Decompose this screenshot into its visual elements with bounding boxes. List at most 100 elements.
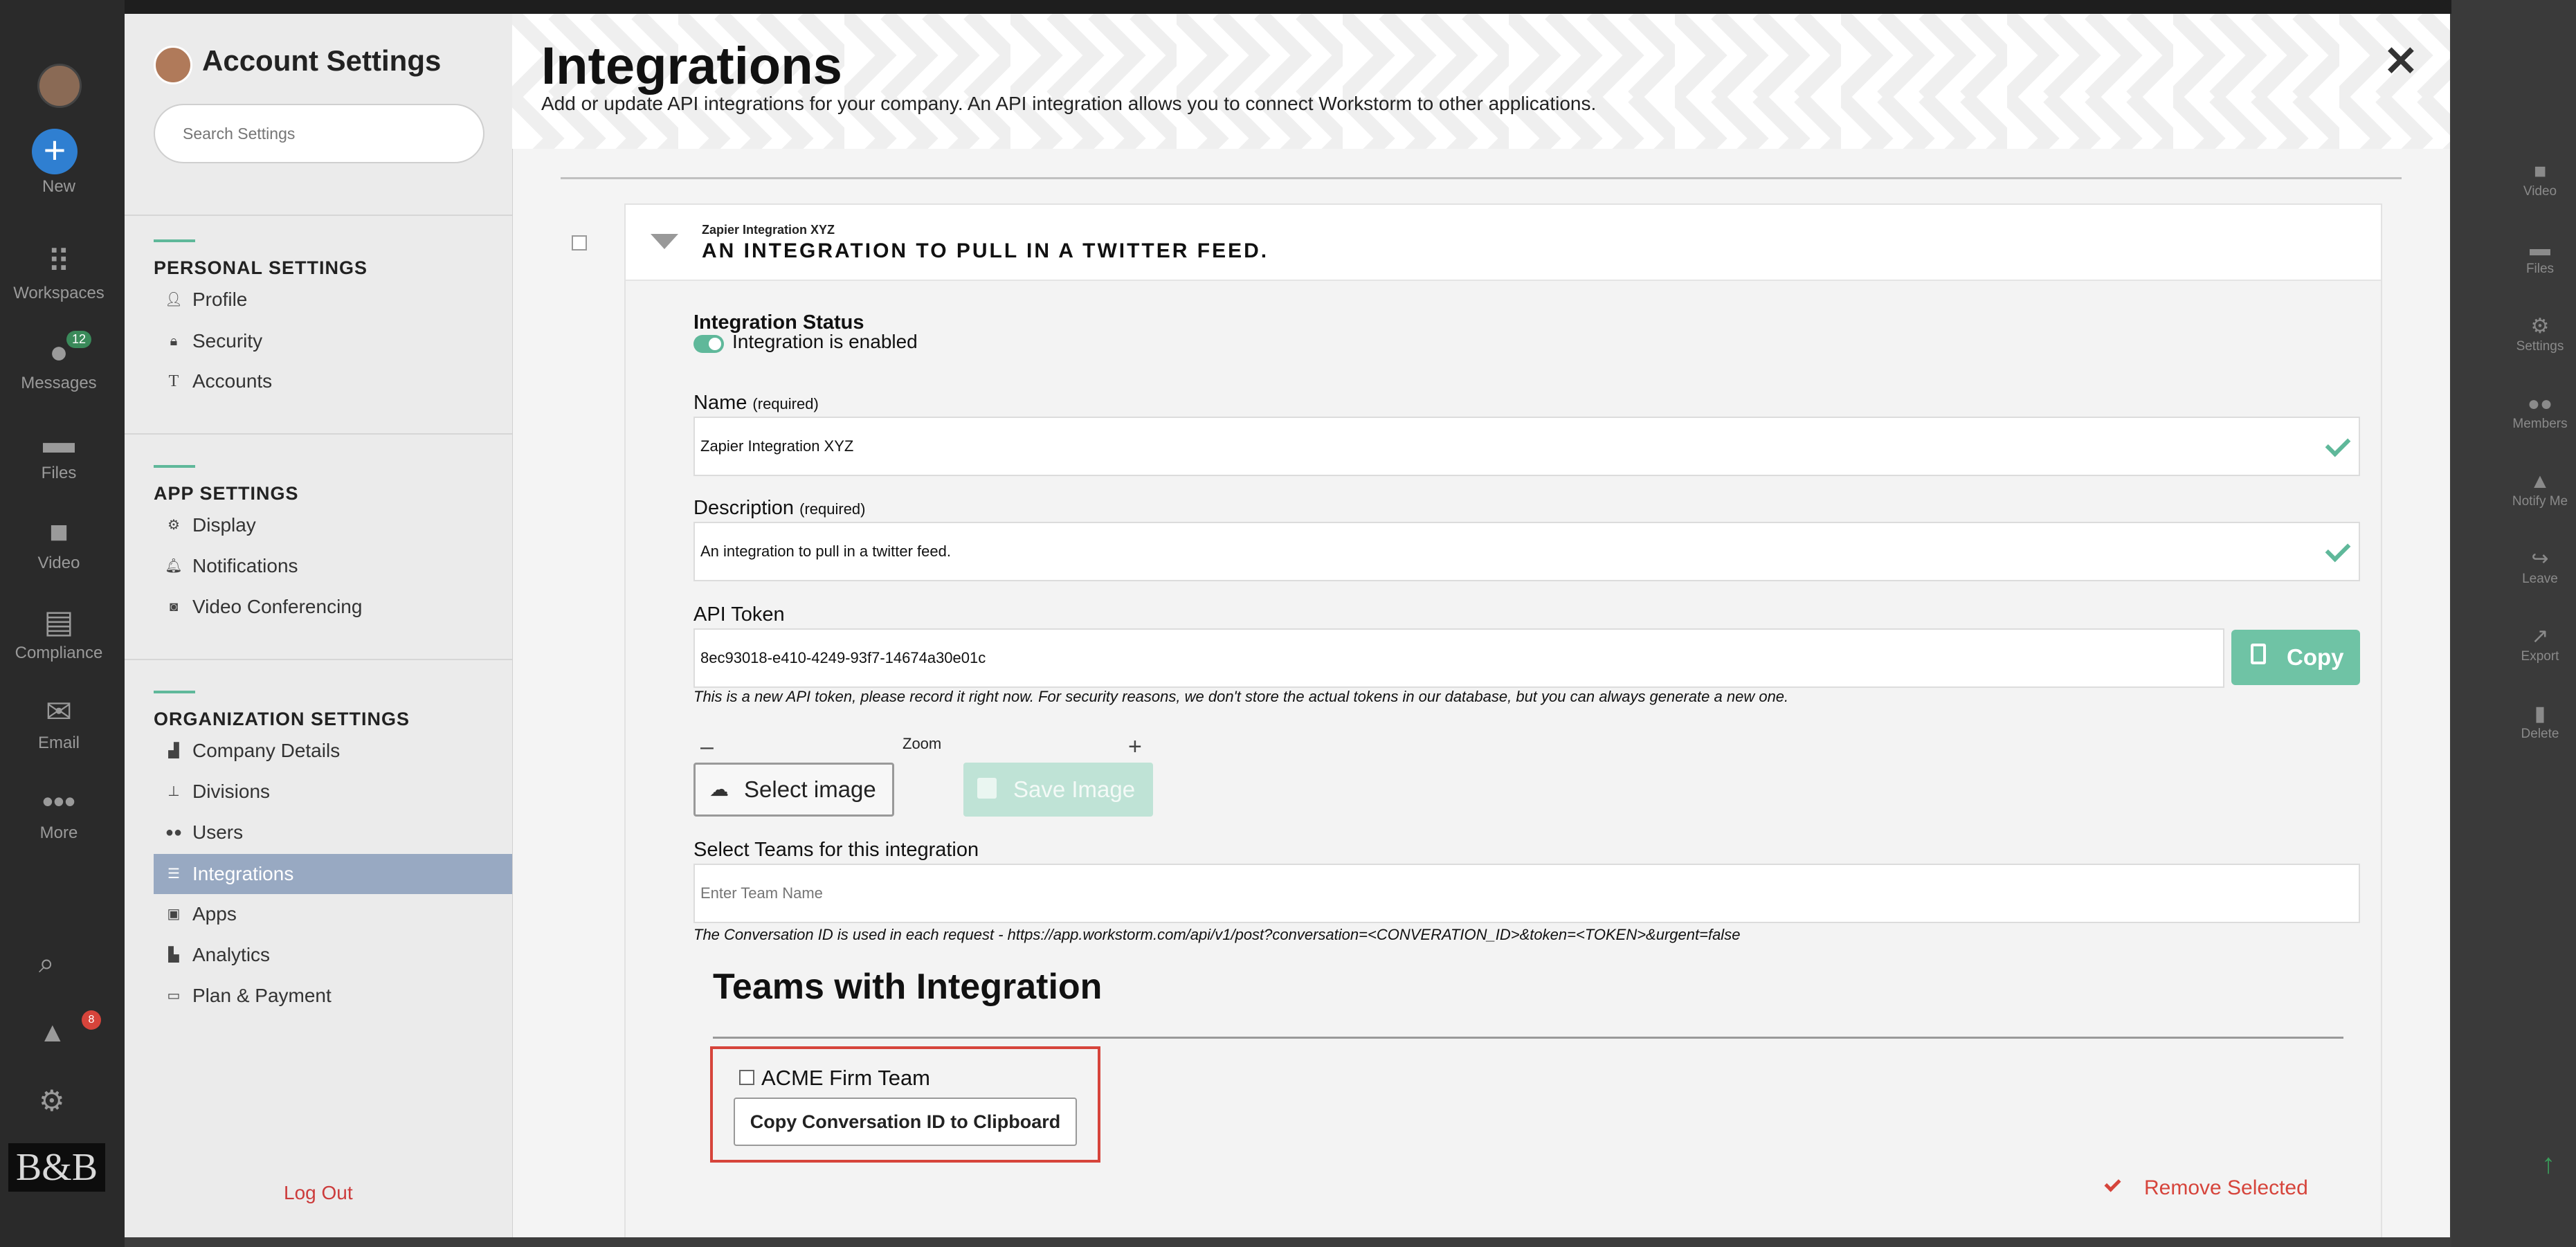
rail-item-files[interactable]: ▬ Files (0, 424, 118, 483)
sidebar-title: Account Settings (202, 44, 442, 77)
zoom-label: Zoom (902, 735, 942, 752)
right-rail-files[interactable]: ▬ Files (2504, 237, 2576, 277)
teams-divider (713, 1037, 2343, 1039)
background-top-bar (0, 0, 2576, 14)
sidebar-item-security[interactable]: 🔒︎ Security (154, 321, 512, 361)
sidebar-item-divisions[interactable]: ⊥ Divisions (154, 772, 512, 812)
rail-item-workspaces[interactable]: ⠿ Workspaces (0, 244, 118, 303)
description-label: Description (required) (693, 497, 866, 519)
save-image-button[interactable]: Save Image (963, 763, 1153, 817)
gear-icon: ⚙ (2530, 315, 2550, 338)
select-image-button[interactable]: ☁ Select image (693, 763, 894, 817)
rail-item-messages[interactable]: ● Messages 12 (0, 331, 118, 393)
bar-chart-icon: ▙ (168, 947, 179, 963)
ellipsis-icon: ••• (42, 783, 76, 819)
sidebar-item-accounts[interactable]: T Accounts (154, 361, 512, 401)
copy-conversation-id-button[interactable]: Copy Conversation ID to Clipboard (734, 1098, 1077, 1146)
section-heading-personal: PERSONAL SETTINGS (154, 257, 368, 278)
zoom-in-button[interactable]: + (1128, 734, 1142, 761)
sidebar-item-apps[interactable]: ▣ Apps (154, 894, 512, 934)
integrations-content: Integrations Add or update API integrati… (512, 14, 2450, 1237)
sidebar-item-analytics[interactable]: ▙ Analytics (154, 935, 512, 975)
right-rail-delete[interactable]: ▮ Delete (2504, 702, 2576, 742)
select-teams-label: Select Teams for this integration (693, 839, 979, 861)
remove-selected-button[interactable]: Remove Selected (2104, 1175, 2308, 1200)
users-icon: ●● (165, 825, 183, 840)
integration-card-header[interactable]: Zapier Integration XYZ AN INTEGRATION TO… (626, 205, 2381, 281)
sidebar-divider (125, 433, 512, 435)
rail-item-video[interactable]: ■ Video (0, 513, 118, 573)
name-label: Name (required) (693, 392, 819, 414)
hierarchy-icon: ⊥ (167, 784, 180, 799)
right-rail-video[interactable]: ■ Video (2504, 159, 2576, 199)
section-accent (154, 465, 195, 468)
rail-item-email[interactable]: ✉ Email (0, 693, 118, 753)
team-name: ACME Firm Team (761, 1066, 931, 1090)
section-accent (154, 239, 195, 242)
description-field[interactable] (693, 522, 2360, 581)
team-checkbox[interactable] (739, 1070, 754, 1085)
camera-icon: ◙ (169, 599, 179, 615)
chat-bubble-icon: ● (49, 334, 69, 370)
rail-item-more[interactable]: ••• More (0, 783, 118, 843)
rail-item-compliance[interactable]: ▤ Compliance (0, 603, 118, 663)
api-token-field[interactable] (693, 628, 2224, 688)
export-icon: ↗ (2531, 625, 2549, 648)
right-rail-members[interactable]: ●● Members (2504, 392, 2576, 432)
right-rail-export[interactable]: ↗ Export (2504, 624, 2576, 664)
sidebar-divider (125, 215, 512, 216)
sidebar-item-display[interactable]: ⚙ Display (154, 505, 512, 545)
api-token-note: This is a new API token, please record i… (693, 688, 1789, 705)
leave-icon: ↪ (2531, 547, 2549, 570)
name-field[interactable] (693, 417, 2360, 476)
checkmark-icon (2104, 1175, 2121, 1192)
trash-icon: ▮ (2534, 702, 2546, 725)
sidebar-item-video-conferencing[interactable]: ◙ Video Conferencing (154, 587, 512, 627)
person-icon: 👤︎ (165, 292, 183, 307)
account-settings-modal: Account Settings PERSONAL SETTINGS 👤︎Pro… (125, 14, 2450, 1237)
people-icon: ●● (2527, 392, 2553, 415)
new-button[interactable]: + (32, 129, 78, 174)
close-icon[interactable]: ✕ (2384, 37, 2418, 86)
sidebar-item-profile[interactable]: 👤︎ Profile (154, 280, 512, 320)
zoom-out-button[interactable]: – (700, 734, 714, 761)
video-camera-icon: ■ (49, 513, 69, 549)
lock-icon: 🔒︎ (170, 334, 178, 349)
content-divider (561, 177, 2402, 179)
company-logo: B&B (8, 1143, 105, 1192)
right-rail-settings[interactable]: ⚙ Settings (2504, 314, 2576, 354)
sidebar-item-integrations[interactable]: ☰ Integrations (154, 854, 512, 894)
sidebar-divider (125, 659, 512, 660)
settings-gear-icon[interactable]: ⚙ (39, 1084, 65, 1118)
left-rail: + New ⠿ Workspaces ● Messages 12 ▬ Files ■ V… (0, 0, 125, 1247)
envelope-icon: ✉ (45, 693, 73, 729)
user-avatar[interactable] (37, 64, 82, 108)
sidebar-item-company-details[interactable]: ▟ Company Details (154, 731, 512, 771)
alert-badge: 8 (82, 1010, 101, 1030)
settings-sidebar: Account Settings PERSONAL SETTINGS 👤︎Pro… (125, 14, 513, 1237)
integration-card: Zapier Integration XYZ AN INTEGRATION TO… (624, 203, 2382, 1237)
right-rail-leave[interactable]: ↪ Leave (2504, 547, 2576, 587)
sidebar-item-notifications[interactable]: 🔔︎ Notifications (154, 546, 512, 586)
grid-icon: ⠿ (47, 244, 71, 280)
rail-item-new[interactable]: New (0, 177, 118, 197)
up-arrow-icon[interactable]: ↑ (2541, 1149, 2555, 1180)
search-icon[interactable]: ⌕ (39, 948, 54, 979)
sidebar-item-plan-payment[interactable]: ▭ Plan & Payment (154, 976, 512, 1016)
alert-icon[interactable]: ▲ (39, 1017, 66, 1048)
chevron-down-icon[interactable] (651, 234, 678, 249)
section-heading-organization: ORGANIZATION SETTINGS (154, 709, 410, 729)
integration-enabled-toggle[interactable] (693, 335, 724, 353)
page-title: Integrations (541, 37, 842, 95)
team-name-input[interactable] (693, 864, 2360, 923)
sidebar-item-users[interactable]: ●● Users (154, 812, 512, 853)
right-rail-notify[interactable]: ▲ Notify Me (2504, 469, 2576, 509)
avatar (154, 46, 192, 84)
log-out-link[interactable]: Log Out (284, 1182, 353, 1204)
video-camera-icon: ■ (2533, 160, 2547, 183)
search-settings-input[interactable] (154, 104, 484, 163)
bell-icon: ▲ (2530, 470, 2550, 493)
copy-token-button[interactable]: Copy (2231, 630, 2360, 685)
api-token-label: API Token (693, 603, 785, 626)
integration-select-checkbox[interactable] (572, 235, 587, 251)
